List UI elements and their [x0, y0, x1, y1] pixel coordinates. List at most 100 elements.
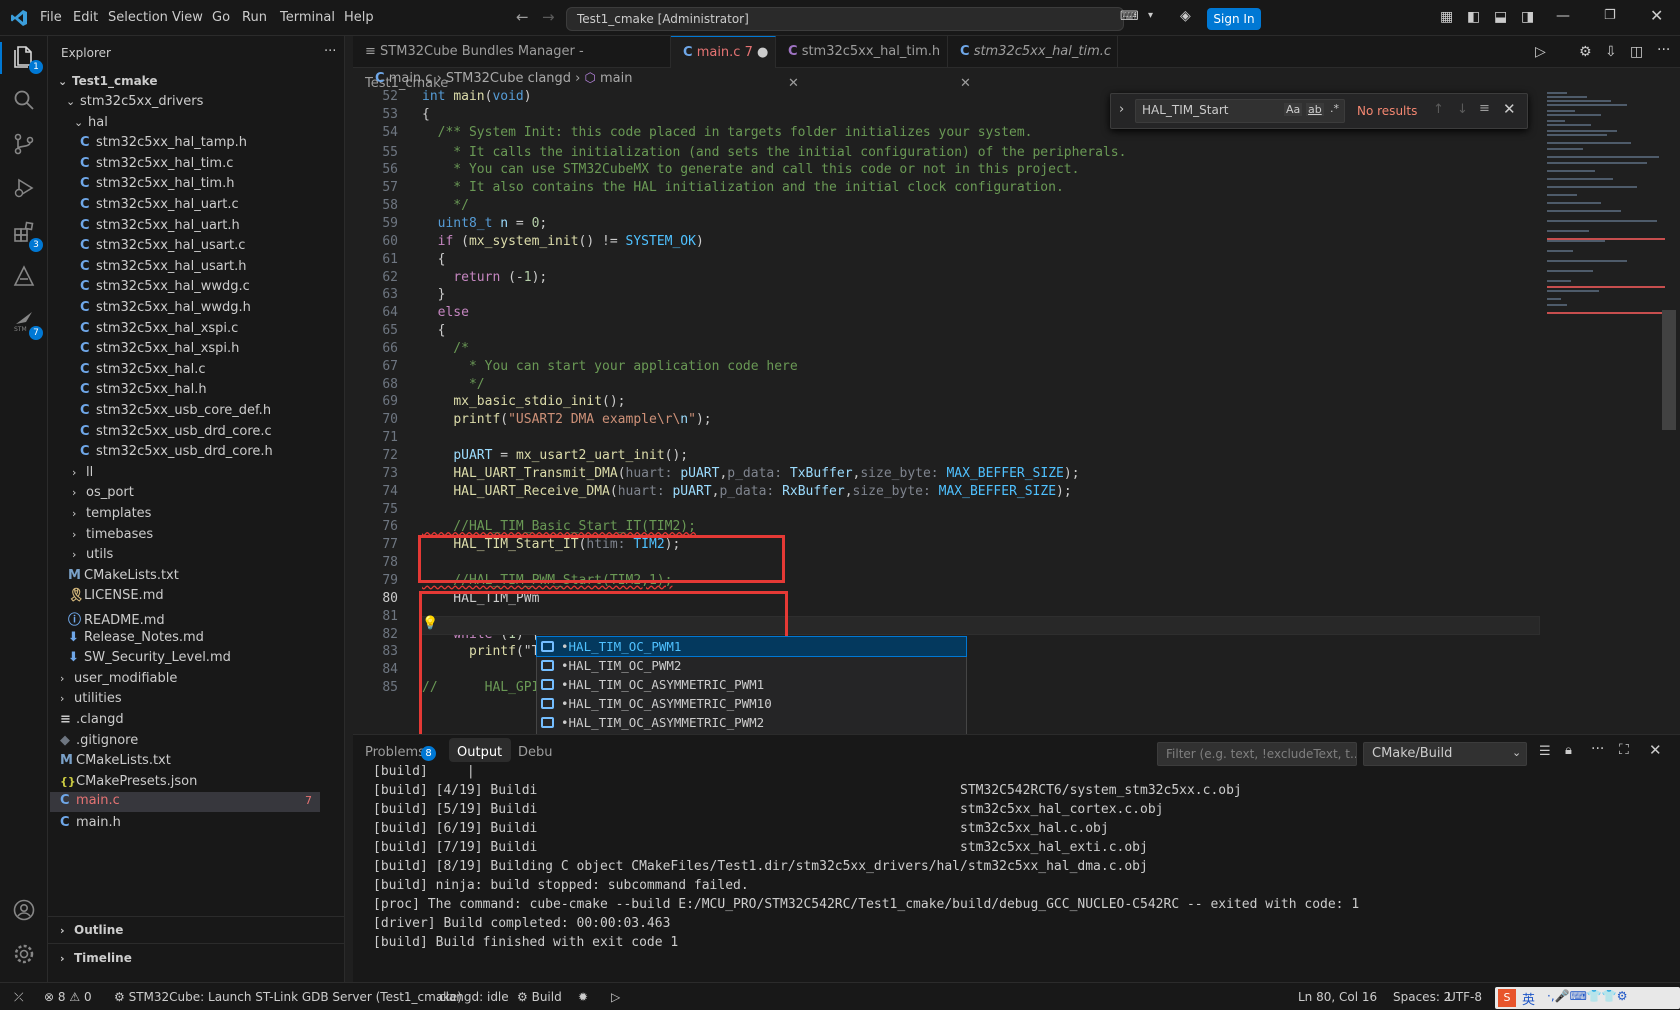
- toggle-secondary-sidebar-icon[interactable]: ◨: [1521, 9, 1534, 25]
- outline-section[interactable]: › Outline: [60, 923, 123, 937]
- tree-item[interactable]: Cstm32c5xx_hal_usart.c: [80, 238, 245, 253]
- menu-go[interactable]: Go: [212, 10, 230, 25]
- tree-item[interactable]: ≡ .clangd: [60, 712, 124, 727]
- accounts-mark-icon[interactable]: ◈: [1180, 8, 1191, 24]
- tab-output[interactable]: Output: [457, 745, 502, 760]
- tree-item[interactable]: Cstm32c5xx_hal_tim.c: [80, 156, 233, 171]
- run-code-icon[interactable]: ▷: [1535, 44, 1546, 60]
- run-debug-icon[interactable]: [12, 176, 38, 202]
- restore-icon[interactable]: ❐: [1604, 8, 1616, 23]
- flash-icon[interactable]: ⇩: [1605, 44, 1617, 60]
- tree-item[interactable]: Cstm32c5xx_hal.c: [80, 362, 205, 377]
- lock-icon[interactable]: 🔒︎: [1565, 743, 1572, 758]
- match-case-icon[interactable]: Aa: [1284, 103, 1303, 116]
- tree-item[interactable]: › utilities: [60, 691, 122, 706]
- explorer-icon[interactable]: 1: [12, 44, 43, 74]
- toggle-sidebar-icon[interactable]: ◧: [1467, 9, 1480, 25]
- tree-item[interactable]: Cmain.c 7: [50, 792, 320, 813]
- tree-item[interactable]: Cstm32c5xx_hal_tamp.h: [80, 135, 247, 150]
- tab-debug-console[interactable]: Debu: [518, 745, 553, 760]
- close-icon[interactable]: ✕: [1649, 741, 1662, 759]
- tree-item[interactable]: Cstm32c5xx_hal.h: [80, 382, 207, 397]
- tab-hal-tim-h[interactable]: C stm32c5xx_hal_tim.h ✕: [776, 36, 948, 91]
- menu-edit[interactable]: Edit: [73, 10, 98, 25]
- whole-word-icon[interactable]: ab: [1306, 103, 1324, 116]
- close-icon[interactable]: ✕: [788, 76, 799, 91]
- tree-item[interactable]: Cstm32c5xx_hal_xspi.h: [80, 341, 239, 356]
- encoding[interactable]: UTF-8: [1447, 990, 1482, 1004]
- gear-icon[interactable]: ⚙: [1579, 44, 1592, 60]
- tree-item[interactable]: › ll: [72, 465, 93, 480]
- explorer-more-icon[interactable]: ···: [324, 44, 336, 59]
- tree-item[interactable]: Cstm32c5xx_usb_core_def.h: [80, 403, 271, 418]
- tree-item[interactable]: Cstm32c5xx_hal_wwdg.h: [80, 300, 251, 315]
- problems-status[interactable]: ⊗ 8 ⚠ 0: [44, 990, 92, 1004]
- suggestion-item[interactable]: •HAL_TIM_OC_PWM2: [537, 656, 966, 675]
- breadcrumb-scope[interactable]: STM32Cube clangd: [446, 71, 571, 86]
- tree-item[interactable]: Cstm32c5xx_hal_wwdg.c: [80, 279, 250, 294]
- tree-item[interactable]: Cstm32c5xx_usb_drd_core.h: [80, 444, 273, 459]
- tree-item[interactable]: ⬇ Release_Notes.md: [68, 630, 204, 645]
- menu-terminal[interactable]: Terminal: [280, 10, 335, 25]
- regex-icon[interactable]: .*: [1330, 102, 1339, 115]
- tree-item[interactable]: › os_port: [72, 485, 134, 500]
- tree-item[interactable]: Cstm32c5xx_hal_tim.h: [80, 176, 234, 191]
- copilot-chat-icon[interactable]: ⌨: [1120, 9, 1139, 24]
- previous-match-icon[interactable]: ↑: [1433, 102, 1444, 117]
- source-control-icon[interactable]: [12, 132, 38, 158]
- toggle-replace-icon[interactable]: ›: [1119, 102, 1124, 117]
- maximize-panel-icon[interactable]: ⛶: [1619, 742, 1629, 758]
- customize-layout-icon[interactable]: ▦: [1440, 9, 1453, 25]
- breadcrumb-file[interactable]: main.c: [389, 71, 433, 86]
- ime-tools-icon[interactable]: ·,🎤⌨👕👕⚙: [1547, 989, 1628, 1003]
- chevron-down-icon[interactable]: ▾: [1148, 10, 1153, 21]
- ime-toolbar[interactable]: S 英 ·,🎤⌨👕👕⚙: [1495, 987, 1680, 1009]
- tree-item[interactable]: Cstm32c5xx_hal_xspi.c: [80, 321, 238, 336]
- indentation[interactable]: Spaces: 2: [1393, 990, 1451, 1004]
- tree-item[interactable]: Cstm32c5xx_usb_drd_core.c: [80, 424, 272, 439]
- tab-hal-tim-c[interactable]: C stm32c5xx_hal_tim.c ✕: [948, 36, 1118, 91]
- tree-item[interactable]: ⬇ SW_Security_Level.md: [68, 650, 231, 665]
- word-wrap-icon[interactable]: ☰: [1539, 744, 1551, 759]
- tab-bundles-manager[interactable]: ≡ STM32Cube Bundles Manager - Test1_cmak…: [353, 36, 671, 91]
- tree-root[interactable]: ⌄ Test1_cmake: [58, 74, 157, 88]
- debug-bug-icon[interactable]: ✹: [578, 990, 588, 1004]
- sign-in-button[interactable]: Sign In: [1207, 8, 1261, 30]
- close-icon[interactable]: ✕: [960, 76, 971, 91]
- editor-scrollbar[interactable]: [1662, 310, 1676, 430]
- tree-item[interactable]: › utils: [72, 547, 113, 562]
- command-center[interactable]: Test1_cmake [Administrator]: [566, 7, 1124, 31]
- tree-item[interactable]: {}CMakePresets.json: [60, 774, 197, 789]
- tree-item[interactable]: ⌄ hal: [74, 115, 108, 130]
- minimize-icon[interactable]: —: [1556, 8, 1570, 24]
- tree-item[interactable]: › timebases: [72, 527, 153, 542]
- ime-mode[interactable]: 英: [1522, 989, 1535, 1008]
- more-actions-icon[interactable]: ···: [1657, 42, 1670, 58]
- tree-item[interactable]: M CMakeLists.txt: [60, 753, 171, 768]
- unsaved-dot-icon[interactable]: ●: [757, 45, 768, 60]
- remote-icon[interactable]: ⤫: [14, 990, 24, 1005]
- build-status[interactable]: ⚙ Build: [517, 990, 562, 1004]
- tree-item[interactable]: Cstm32c5xx_hal_uart.h: [80, 218, 240, 233]
- suggestion-item[interactable]: •HAL_TIM_OC_PWM1: [536, 636, 967, 657]
- next-match-icon[interactable]: ↓: [1457, 102, 1468, 117]
- output-channel-select[interactable]: CMake/Build ⌄: [1363, 742, 1527, 766]
- tree-item[interactable]: Cstm32c5xx_hal_usart.h: [80, 259, 247, 274]
- tree-item[interactable]: ⌄ stm32c5xx_drivers: [66, 94, 203, 109]
- suggestion-item[interactable]: •HAL_TIM_OC_ASYMMETRIC_PWM1: [537, 675, 966, 694]
- suggestion-item[interactable]: •HAL_TIM_OC_ASYMMETRIC_PWM2: [537, 713, 966, 732]
- account-icon[interactable]: [12, 898, 38, 924]
- output-filter-input[interactable]: Filter (e.g. text, !excludeText, t...: [1157, 742, 1357, 766]
- tab-main-c[interactable]: C main.c 7 ●: [671, 36, 776, 68]
- split-editor-icon[interactable]: ◫: [1630, 44, 1643, 60]
- menu-help[interactable]: Help: [344, 10, 374, 25]
- clangd-status[interactable]: clangd: idle: [439, 990, 509, 1004]
- run-icon[interactable]: ▷: [611, 990, 620, 1004]
- back-arrow-icon[interactable]: ←: [516, 8, 529, 26]
- suggestion-item[interactable]: •HAL_TIM_OC_ASYMMETRIC_PWM10: [537, 694, 966, 713]
- forward-arrow-icon[interactable]: →: [542, 8, 555, 26]
- extensions-icon[interactable]: 3: [12, 220, 43, 252]
- breadcrumb-symbol[interactable]: main: [600, 71, 632, 86]
- tree-item[interactable]: 🎗LICENSE.md: [68, 588, 164, 603]
- stm32cube-icon[interactable]: STM 7: [12, 308, 43, 340]
